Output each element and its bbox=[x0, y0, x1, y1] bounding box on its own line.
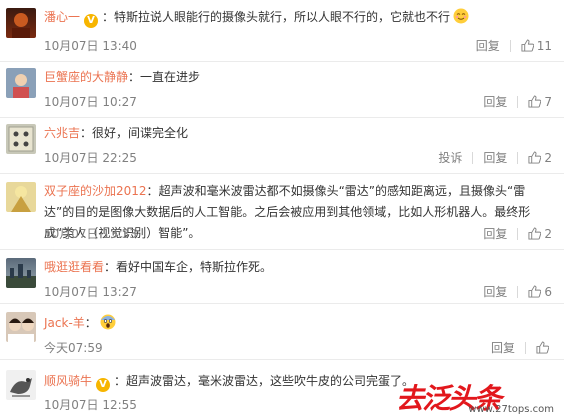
comment-item: 哦逛逛看看：看好中国车企，特斯拉作死。 10月07日 13:27 回复 6 bbox=[0, 250, 564, 304]
avatar[interactable] bbox=[6, 370, 36, 400]
like-count: 2 bbox=[544, 226, 552, 241]
thumbs-up-icon bbox=[528, 285, 542, 298]
comment-text: 一直在进步 bbox=[140, 70, 201, 84]
divider bbox=[517, 95, 519, 108]
username[interactable]: 顺风骑牛 bbox=[44, 374, 92, 388]
like-count: 6 bbox=[544, 284, 552, 299]
username[interactable]: Jack-羊 bbox=[44, 316, 85, 330]
verified-badge-icon: V bbox=[84, 14, 99, 28]
comment-item: 巨蟹座的大静静：一直在进步 10月07日 10:27 回复 7 bbox=[0, 62, 564, 118]
like-count: 2 bbox=[544, 150, 552, 165]
divider bbox=[517, 227, 519, 240]
comment-item: 双子座的沙加2012：超声波和毫米波雷达都不如摄像头“雷达”的感知距离远，且摄像… bbox=[0, 174, 564, 250]
like-button[interactable]: 2 bbox=[528, 151, 552, 165]
username[interactable]: 巨蟹座的大静静 bbox=[44, 70, 128, 84]
like-button[interactable]: 11 bbox=[521, 39, 552, 53]
colon: ： bbox=[128, 70, 141, 84]
site-watermark-logo: 去泛头条 www.27tops.com bbox=[396, 381, 556, 415]
comment-text: 看好中国车企，特斯拉作死。 bbox=[116, 260, 273, 274]
avatar[interactable] bbox=[6, 8, 36, 38]
like-button[interactable]: 6 bbox=[528, 285, 552, 299]
colon: ： bbox=[80, 126, 93, 140]
avatar[interactable] bbox=[6, 312, 36, 342]
colon: ： bbox=[102, 10, 115, 24]
reply-button[interactable]: 回复 bbox=[483, 149, 507, 166]
verified-badge-icon: V bbox=[96, 378, 111, 392]
watermark-url: www.27tops.com bbox=[468, 404, 554, 415]
divider bbox=[517, 285, 519, 298]
comment-time: 10月07日 22:25 bbox=[44, 151, 137, 165]
thumbs-up-icon bbox=[528, 227, 542, 240]
username[interactable]: 六兆吉 bbox=[44, 126, 80, 140]
comment-time: 今天07:59 bbox=[44, 341, 103, 355]
colon: ： bbox=[104, 260, 117, 274]
comment-time: 10月07日 13:40 bbox=[44, 39, 137, 53]
like-button[interactable]: 2 bbox=[528, 227, 552, 241]
comment-text: 特斯拉说人眼能行的摄像头就行，所以人眼不行的，它就也不行 bbox=[114, 10, 451, 24]
divider bbox=[472, 151, 474, 164]
divider bbox=[525, 341, 526, 354]
reply-button[interactable]: 回复 bbox=[483, 225, 507, 242]
avatar[interactable] bbox=[6, 258, 36, 288]
thumbs-up-icon bbox=[528, 151, 542, 164]
report-button[interactable]: 投诉 bbox=[438, 149, 462, 166]
like-button[interactable]: 7 bbox=[528, 95, 552, 109]
scream-emoji-icon bbox=[100, 314, 116, 330]
thumbs-up-icon bbox=[536, 341, 549, 354]
comment-text: 很好，间谍完全化 bbox=[92, 126, 189, 140]
like-count: 11 bbox=[536, 38, 552, 53]
comment-item: 六兆吉：很好，间谍完全化 10月07日 22:25 投诉 回复 2 bbox=[0, 118, 564, 174]
comment-item: 潘心一 V ：特斯拉说人眼能行的摄像头就行，所以人眼不行的，它就也不行 10月07日… bbox=[0, 0, 564, 62]
comment-time: 10月07日 10:27 bbox=[44, 95, 137, 109]
like-button[interactable] bbox=[536, 341, 552, 354]
divider bbox=[517, 151, 519, 164]
avatar[interactable] bbox=[6, 68, 36, 98]
like-count: 7 bbox=[544, 94, 552, 109]
reply-button[interactable]: 回复 bbox=[491, 339, 515, 356]
relieved-emoji-icon bbox=[453, 8, 469, 24]
divider bbox=[509, 39, 511, 52]
reply-button[interactable]: 回复 bbox=[483, 93, 507, 110]
comment-item: Jack-羊： 今天07:59 回复 bbox=[0, 304, 564, 360]
username[interactable]: 哦逛逛看看 bbox=[44, 260, 104, 274]
avatar[interactable] bbox=[6, 182, 36, 212]
username[interactable]: 双子座的沙加2012 bbox=[44, 184, 147, 198]
avatar[interactable] bbox=[6, 124, 36, 154]
thumbs-up-icon bbox=[528, 95, 542, 108]
colon: ： bbox=[114, 374, 127, 388]
reply-button[interactable]: 回复 bbox=[483, 283, 507, 300]
comment-text: 超声波雷达，毫米波雷达，这些吹牛皮的公司完蛋了。 bbox=[126, 374, 415, 388]
comment-time: 10月07日 12:55 bbox=[44, 398, 137, 412]
thumbs-up-icon bbox=[521, 39, 534, 52]
comment-time: 10月07日 13:33 bbox=[44, 227, 137, 241]
username[interactable]: 潘心一 bbox=[44, 10, 80, 24]
reply-button[interactable]: 回复 bbox=[476, 37, 500, 54]
colon: ： bbox=[146, 184, 159, 198]
colon: ： bbox=[84, 316, 97, 330]
comment-time: 10月07日 13:27 bbox=[44, 285, 137, 299]
